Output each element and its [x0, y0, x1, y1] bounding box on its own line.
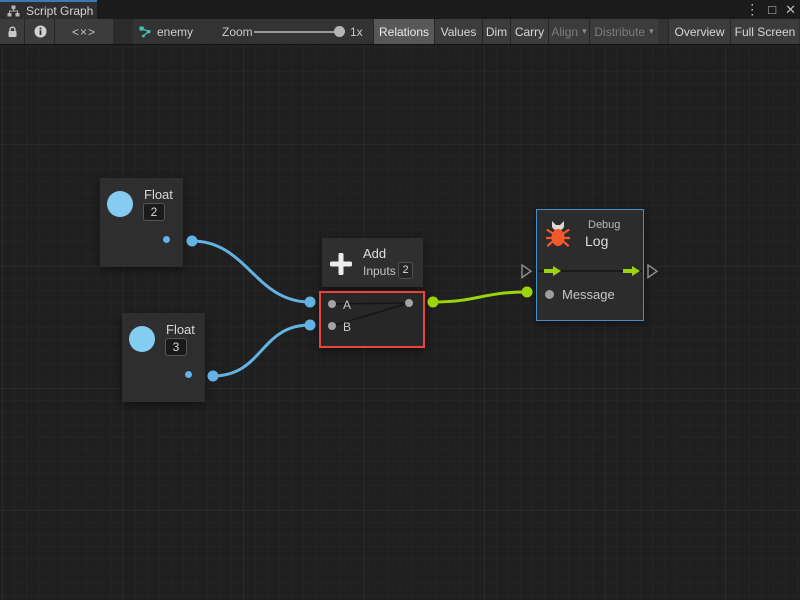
float-value-field[interactable]: 2: [143, 203, 165, 221]
node-title: Add: [363, 246, 386, 261]
node-title: Float: [166, 322, 195, 337]
float-output-port[interactable]: [163, 236, 170, 243]
node-title: Log: [585, 233, 608, 249]
dim-button[interactable]: Dim: [483, 19, 510, 44]
zoom-label: Zoom: [222, 19, 253, 44]
input-port-a[interactable]: [328, 300, 336, 308]
info-button[interactable]: [25, 19, 55, 44]
script-graph-window: Script Graph ⋮ □ ✕ <×>: [0, 0, 800, 600]
flow-connector-triangle-left[interactable]: [522, 265, 531, 278]
overview-button[interactable]: Overview: [669, 19, 730, 44]
graph-canvas[interactable]: Float 2 Float 3 Add Inputs 2: [0, 45, 800, 600]
wire-endpoint[interactable]: [208, 371, 219, 382]
distribute-button[interactable]: Distribute ▾: [590, 19, 658, 44]
zoom-value: 1x: [350, 19, 363, 44]
lock-icon: [7, 26, 18, 38]
wire-float2-to-add-b[interactable]: [213, 325, 310, 376]
wire-add-to-debug-message[interactable]: [433, 292, 527, 302]
flow-output-port[interactable]: [623, 266, 640, 276]
add-node-header[interactable]: Add Inputs 2: [322, 238, 423, 287]
relations-button[interactable]: Relations: [374, 19, 434, 44]
float-type-icon: [129, 326, 155, 352]
debug-log-node[interactable]: Debug Log Message: [536, 209, 644, 321]
float-node-1[interactable]: Float 2: [100, 178, 183, 267]
breadcrumb-label: enemy: [157, 25, 193, 39]
tab-label: Script Graph: [26, 4, 93, 18]
carry-button[interactable]: Carry: [511, 19, 548, 44]
close-icon[interactable]: ✕: [785, 0, 796, 19]
zoom-slider-handle[interactable]: [334, 26, 345, 37]
port-b-label: B: [343, 320, 351, 334]
chevron-down-icon: ▾: [649, 26, 654, 37]
flow-input-port[interactable]: [544, 266, 561, 276]
chevron-down-icon: ▾: [582, 26, 587, 37]
node-title: Float: [144, 187, 173, 202]
values-button[interactable]: Values: [435, 19, 482, 44]
graph-icon: [139, 26, 152, 38]
wire-endpoint[interactable]: [522, 287, 533, 298]
wire-endpoint[interactable]: [305, 297, 316, 308]
flow-connector-triangle-right[interactable]: [648, 265, 657, 278]
output-port-sum[interactable]: [405, 299, 413, 307]
float-output-port[interactable]: [185, 371, 192, 378]
toolbar: <×> enemy Zoom 1x Relations Values Dim C…: [0, 19, 800, 45]
align-label: Align: [551, 25, 578, 39]
add-node-ports[interactable]: A B: [319, 291, 425, 348]
port-a-label: A: [343, 298, 351, 312]
input-port-b[interactable]: [328, 322, 336, 330]
window-menu-icon[interactable]: ⋮: [745, 0, 759, 19]
code-view-button[interactable]: <×>: [55, 19, 113, 44]
float-type-icon: [107, 191, 133, 217]
distribute-label: Distribute: [594, 25, 645, 39]
tab-script-graph[interactable]: Script Graph: [0, 0, 97, 19]
inputs-label: Inputs: [363, 264, 396, 278]
toolbar-divider: [113, 19, 133, 44]
breadcrumb-graph[interactable]: enemy: [139, 19, 193, 44]
wire-endpoint[interactable]: [187, 236, 198, 247]
window-controls: ⋮ □ ✕: [745, 0, 796, 19]
graph-tree-icon: [7, 5, 20, 17]
wire-endpoint[interactable]: [305, 320, 316, 331]
float-node-2[interactable]: Float 3: [122, 313, 205, 402]
plus-icon: [329, 252, 353, 276]
message-input-port[interactable]: [545, 290, 554, 299]
bug-icon: [546, 220, 570, 247]
wire-endpoint[interactable]: [428, 297, 439, 308]
align-button[interactable]: Align ▾: [549, 19, 589, 44]
message-port-label: Message: [562, 287, 615, 302]
info-icon: [34, 25, 47, 38]
node-category: Debug: [588, 219, 620, 231]
maximize-icon[interactable]: □: [768, 0, 776, 19]
title-bar: Script Graph ⋮ □ ✕: [0, 0, 800, 19]
zoom-slider-track[interactable]: [254, 31, 342, 33]
float-value-field[interactable]: 3: [165, 338, 187, 356]
wire-float1-to-add-a[interactable]: [192, 241, 310, 302]
inputs-count-field[interactable]: 2: [398, 262, 413, 279]
lock-button[interactable]: [0, 19, 25, 44]
fullscreen-button[interactable]: Full Screen: [731, 19, 799, 44]
